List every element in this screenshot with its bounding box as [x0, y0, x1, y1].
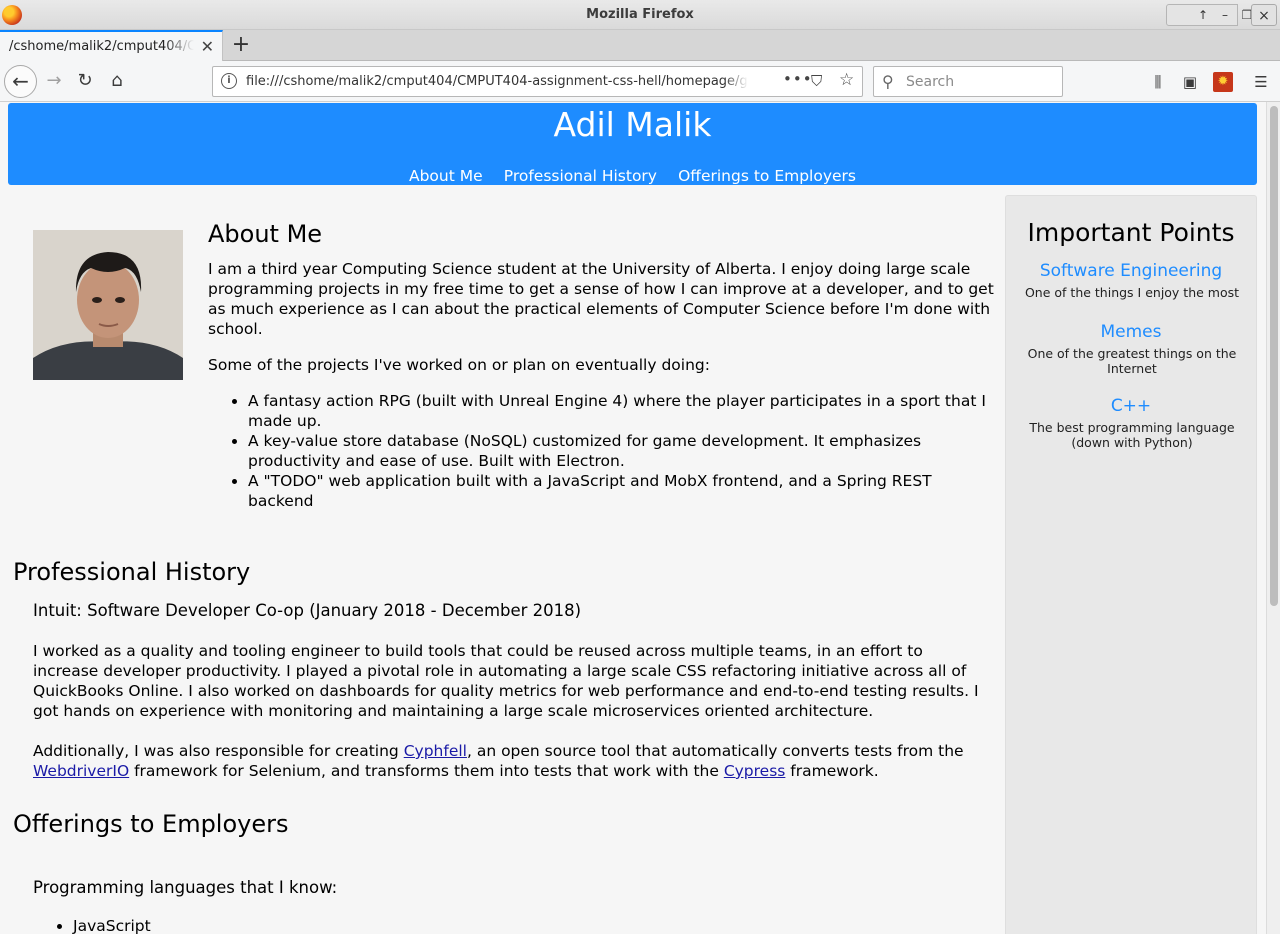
tab-label: /cshome/malik2/cmput404/CMPUT404-assignm… — [9, 39, 194, 54]
search-icon: ⚲ — [882, 72, 894, 91]
point-title: Memes — [1100, 322, 1162, 342]
nav-toolbar: ← → ↻ ⌂ i file:///cshome/malik2/cmput404… — [0, 61, 1280, 102]
point-desc: One of the greatest things on the Intern… — [1027, 346, 1237, 376]
site-title: Adil Malik — [553, 105, 712, 144]
offerings-heading: Offerings to Employers — [13, 810, 289, 838]
cyphfell-link[interactable]: Cyphfell — [404, 742, 467, 760]
list-item: A "TODO" web application built with a Ja… — [248, 471, 998, 511]
tab-close-icon[interactable]: ✕ — [201, 37, 214, 56]
close-window-button[interactable]: × — [1251, 4, 1277, 26]
offerings-section: Offerings to Employers Programming langu… — [13, 810, 993, 934]
site-nav: About Me Professional History Offerings … — [8, 166, 1257, 185]
about-intro: I am a third year Computing Science stud… — [208, 260, 994, 338]
job-description: I worked as a quality and tooling engine… — [33, 642, 979, 720]
languages-heading: Programming languages that I know: — [33, 878, 338, 897]
profile-photo-image — [33, 230, 183, 380]
job-extra-text: framework. — [785, 762, 879, 780]
scrollbar-thumb[interactable] — [1270, 106, 1278, 606]
search-box[interactable]: ⚲ Search — [873, 66, 1063, 97]
job-extra-text: Additionally, I was also responsible for… — [33, 742, 404, 760]
sidebar-icon[interactable]: ▣ — [1180, 72, 1200, 92]
url-text[interactable]: file:///cshome/malik2/cmput404/CMPUT404-… — [246, 74, 748, 89]
url-bar[interactable]: i file:///cshome/malik2/cmput404/CMPUT40… — [212, 66, 863, 97]
point-title: Software Engineering — [1039, 261, 1223, 281]
menu-icon[interactable]: ☰ — [1251, 72, 1271, 92]
professional-section: Professional History Intuit: Software De… — [13, 558, 993, 781]
more-icon[interactable]: ••• — [783, 70, 813, 88]
about-section: About Me I am a third year Computing Sci… — [208, 220, 998, 511]
point-desc: The best programming language (down with… — [1029, 420, 1235, 450]
languages-list: JavaScript — [73, 916, 993, 934]
professional-heading: Professional History — [13, 558, 251, 586]
projects-list: A fantasy action RPG (built with Unreal … — [208, 391, 998, 511]
info-icon[interactable]: i — [221, 73, 237, 89]
window-titlebar: Mozilla Firefox ↑ – ❐ × — [0, 0, 1280, 30]
page-scrollbar[interactable] — [1266, 102, 1280, 934]
job-extra-text: framework for Selenium, and transforms t… — [129, 762, 724, 780]
nav-link-about[interactable]: About Me — [409, 167, 483, 185]
job-title: Intuit: Software Developer Co-op (Januar… — [33, 601, 582, 620]
new-tab-button[interactable]: + — [229, 32, 253, 58]
extension-icon[interactable]: ✹ — [1213, 72, 1233, 92]
important-points-sidebar: Important Points Software Engineering On… — [1005, 195, 1257, 934]
list-item: A key-value store database (NoSQL) custo… — [248, 431, 998, 471]
job-extra: Additionally, I was also responsible for… — [33, 741, 993, 781]
minimize-button[interactable]: – — [1214, 4, 1236, 26]
webdriverio-link[interactable]: WebdriverIO — [33, 762, 129, 780]
pocket-icon[interactable]: ⛉ — [811, 72, 822, 90]
home-icon[interactable]: ⌂ — [102, 66, 132, 96]
bookmark-star-icon[interactable]: ☆ — [839, 70, 854, 90]
projects-lead: Some of the projects I've worked on or p… — [208, 356, 710, 374]
search-placeholder: Search — [906, 74, 955, 90]
job-extra-text: , an open source tool that automatically… — [466, 742, 964, 760]
tab-active[interactable]: /cshome/malik2/cmput404/CMPUT404-assignm… — [0, 30, 223, 61]
window-up-icon[interactable]: ↑ — [1192, 4, 1214, 26]
site-header: Adil Malik About Me Professional History… — [8, 103, 1257, 185]
nav-link-offerings[interactable]: Offerings to Employers — [678, 167, 856, 185]
back-icon[interactable]: ← — [4, 65, 37, 98]
list-item: A fantasy action RPG (built with Unreal … — [248, 391, 998, 431]
profile-photo — [33, 230, 183, 380]
list-item: JavaScript — [73, 916, 993, 934]
sidebar-heading: Important Points — [1027, 218, 1235, 247]
library-icon[interactable]: ⫼ — [1148, 72, 1168, 92]
cypress-link[interactable]: Cypress — [724, 762, 786, 780]
nav-link-professional[interactable]: Professional History — [504, 167, 657, 185]
about-heading: About Me — [208, 220, 323, 248]
window-title: Mozilla Firefox — [586, 7, 694, 22]
page-viewport: Adil Malik About Me Professional History… — [0, 102, 1266, 934]
tab-strip: /cshome/malik2/cmput404/CMPUT404-assignm… — [0, 30, 1280, 61]
reload-icon[interactable]: ↻ — [70, 66, 100, 96]
point-title: C++ — [1110, 396, 1152, 416]
point-desc: One of the things I enjoy the most — [1024, 285, 1240, 300]
forward-icon[interactable]: → — [39, 66, 69, 96]
